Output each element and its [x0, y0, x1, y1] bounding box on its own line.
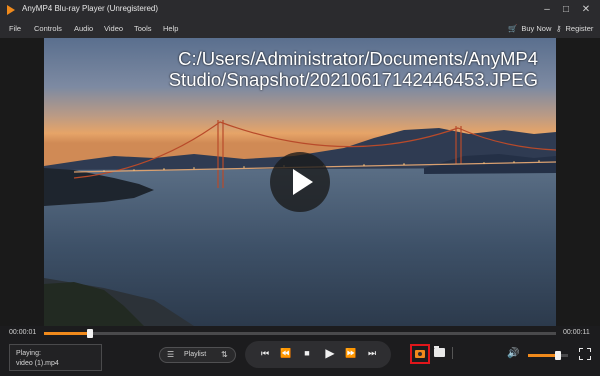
control-bar: Playing: video (1).mp4 ☰ Playlist ⇅ ⏮ ⏪ …: [0, 340, 600, 376]
menu-help[interactable]: Help: [163, 24, 178, 33]
now-playing-file: video (1).mp4: [16, 360, 59, 367]
play-button-icon[interactable]: ▶: [322, 346, 338, 360]
now-playing-panel: Playing: video (1).mp4: [9, 344, 102, 371]
buy-now-label: Buy Now: [521, 24, 552, 33]
list-icon: ☰: [167, 350, 175, 359]
playlist-button[interactable]: ☰ Playlist ⇅: [159, 347, 236, 363]
volume-fill: [528, 354, 558, 357]
current-time: 00:00:01: [9, 329, 37, 336]
divider: [452, 347, 453, 359]
buy-now-button[interactable]: 🛒 Buy Now: [508, 24, 551, 33]
snapshot-path-overlay: C:/Users/Administrator/Documents/AnyMP4 …: [158, 48, 538, 90]
menu-controls[interactable]: Controls: [34, 24, 62, 33]
key-icon: ⚷: [556, 24, 562, 33]
stop-icon[interactable]: ■: [299, 348, 315, 358]
progress-fill: [44, 332, 91, 335]
menu-file[interactable]: File: [9, 24, 21, 33]
previous-icon[interactable]: ⏮: [257, 348, 273, 359]
snapshot-path-line-2: Studio/Snapshot/20210617142446453.JPEG: [168, 69, 538, 90]
video-stage: C:/Users/Administrator/Documents/AnyMP4 …: [0, 38, 600, 326]
fast-forward-icon[interactable]: ⏩: [343, 348, 359, 359]
volume-icon[interactable]: 🔊: [507, 348, 519, 359]
minimize-icon[interactable]: –: [540, 3, 554, 17]
menu-tools[interactable]: Tools: [134, 24, 152, 33]
menu-bar: File Controls Audio Video Tools Help 🛒 Bu…: [0, 20, 600, 38]
menu-video[interactable]: Video: [104, 24, 123, 33]
close-icon[interactable]: ✕: [579, 3, 593, 17]
title-bar: AnyMP4 Blu-ray Player (Unregistered) – □…: [0, 0, 600, 20]
transport-controls: ⏮ ⏪ ■ ▶ ⏩ ⏭: [245, 341, 391, 368]
next-icon[interactable]: ⏭: [364, 348, 380, 359]
menu-audio[interactable]: Audio: [74, 24, 93, 33]
volume-handle[interactable]: [555, 351, 561, 360]
now-playing-label: Playing:: [16, 350, 41, 357]
open-folder-icon[interactable]: [434, 346, 445, 357]
snapshot-button[interactable]: [410, 344, 430, 364]
maximize-icon[interactable]: □: [559, 3, 573, 17]
playlist-label: Playlist: [184, 351, 207, 358]
cart-icon: 🛒: [508, 24, 518, 33]
register-label: Register: [565, 24, 594, 33]
snapshot-path-line-1: C:/Users/Administrator/Documents/AnyMP4: [178, 48, 538, 69]
camera-lens: [418, 352, 422, 356]
volume-slider[interactable]: [528, 351, 568, 360]
playlist-order-icon[interactable]: ⇅: [221, 350, 228, 359]
fullscreen-icon[interactable]: [579, 348, 591, 360]
video-frame[interactable]: C:/Users/Administrator/Documents/AnyMP4 …: [44, 38, 556, 326]
timeline-bar: 00:00:01 00:00:11: [0, 326, 600, 340]
app-title: AnyMP4 Blu-ray Player (Unregistered): [22, 4, 159, 13]
play-icon: [293, 169, 313, 195]
register-button[interactable]: ⚷ Register: [556, 24, 593, 33]
rewind-icon[interactable]: ⏪: [278, 348, 294, 359]
app-logo-icon: [7, 5, 15, 15]
progress-slider[interactable]: [44, 329, 556, 338]
total-time: 00:00:11: [563, 329, 590, 336]
play-overlay-button[interactable]: [270, 152, 330, 212]
progress-handle[interactable]: [87, 329, 94, 338]
